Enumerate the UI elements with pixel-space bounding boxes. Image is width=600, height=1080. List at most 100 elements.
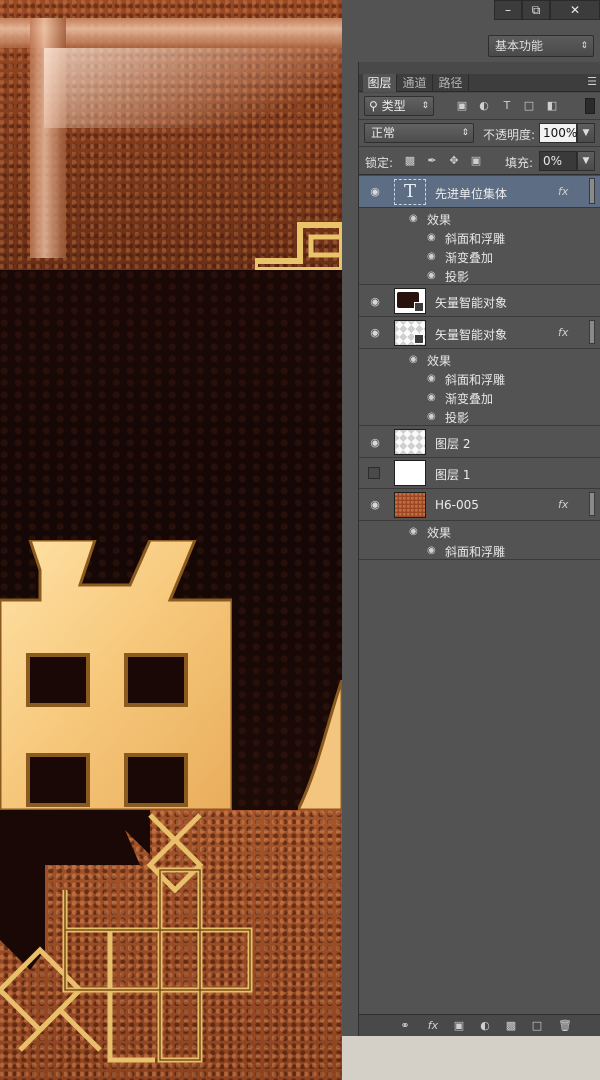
panel-dock-strip <box>342 62 358 1036</box>
effect-item[interactable]: ◉ 斜面和浮雕 <box>359 541 600 560</box>
lock-image-pixels-icon[interactable]: ✒ <box>425 154 439 168</box>
tab-layers[interactable]: 图层 <box>363 74 397 92</box>
eye-icon[interactable]: ◉ <box>427 232 436 243</box>
effect-name: 投影 <box>445 411 470 425</box>
fx-icon[interactable]: fx <box>558 498 568 511</box>
panel-menu-icon[interactable]: ☰ <box>587 75 597 88</box>
image-filter-icon[interactable]: ▣ <box>455 99 469 113</box>
effect-item[interactable]: ◉ 斜面和浮雕 <box>359 228 600 247</box>
effects-label: 效果 <box>427 213 452 227</box>
layer-thumbnail <box>394 492 426 518</box>
layer-filter-row: ⚲ 类型 ⇕ ▣ ◐ T □ ◧ <box>359 93 600 120</box>
fx-icon[interactable]: fx <box>558 185 568 198</box>
effects-row[interactable]: ◉ 效果 <box>359 350 600 369</box>
opacity-dropdown-button[interactable]: ▼ <box>577 123 595 143</box>
opacity-label: 不透明度: <box>483 128 536 142</box>
scrollbar-thumb[interactable] <box>589 320 595 344</box>
panel-tab-bar: 图层 通道 路径 ☰ <box>359 74 600 92</box>
eye-icon[interactable]: ◉ <box>427 392 436 403</box>
eye-icon[interactable]: ◉ <box>427 373 436 384</box>
effect-item[interactable]: ◉ 渐变叠加 <box>359 388 600 407</box>
filter-toggle-switch[interactable] <box>585 98 595 114</box>
lock-label: 锁定: <box>365 156 394 170</box>
document-canvas[interactable] <box>0 0 342 1080</box>
opacity-input[interactable]: 100% <box>539 123 577 143</box>
layer-row-smart-object[interactable]: ◉ 矢量智能对象 <box>359 286 600 317</box>
restore-button[interactable]: ⧉ <box>522 0 550 20</box>
new-adjustment-icon[interactable]: ◐ <box>477 1018 493 1034</box>
text-filter-icon[interactable]: T <box>500 99 514 113</box>
layer-name: 先进单位集体 <box>435 187 508 201</box>
effect-item[interactable]: ◉ 投影 <box>359 266 600 285</box>
layer-row-text[interactable]: ◉ T 先进单位集体 fx <box>359 176 600 208</box>
lock-fill-row: 锁定: ▩ ✒ ✥ ▣ 填充: 0% ▼ <box>359 147 600 175</box>
effect-item[interactable]: ◉ 斜面和浮雕 <box>359 369 600 388</box>
fx-icon[interactable]: fx <box>558 326 568 339</box>
new-group-folder-icon[interactable]: ▩ <box>503 1018 519 1034</box>
eye-icon[interactable]: ◉ <box>409 354 418 365</box>
gold-chinese-knot <box>0 813 253 1063</box>
chevron-down-icon: ▼ <box>582 156 590 166</box>
close-button[interactable]: ✕ <box>550 0 600 20</box>
effect-name: 渐变叠加 <box>445 251 494 265</box>
minus-icon: – <box>505 3 511 17</box>
eye-icon[interactable]: ◉ <box>409 213 418 224</box>
eye-icon[interactable]: ◉ <box>427 251 436 262</box>
effects-label: 效果 <box>427 354 452 368</box>
layer-thumbnail <box>394 460 426 486</box>
lock-all-icon[interactable]: ▣ <box>469 154 483 168</box>
visibility-toggle-off[interactable] <box>368 467 380 479</box>
tab-paths[interactable]: 路径 <box>433 74 469 92</box>
lock-transparent-pixels-icon[interactable]: ▩ <box>403 154 417 168</box>
layer-name: H6-005 <box>435 498 479 512</box>
gold-ornament-top <box>255 222 342 270</box>
effects-row[interactable]: ◉ 效果 <box>359 209 600 228</box>
link-icon[interactable]: ⚭ <box>397 1018 413 1034</box>
effect-name: 斜面和浮雕 <box>445 545 506 559</box>
eye-icon[interactable]: ◉ <box>427 545 436 556</box>
fill-dropdown-button[interactable]: ▼ <box>577 151 595 171</box>
shape-filter-icon[interactable]: □ <box>522 99 536 113</box>
eye-icon[interactable]: ◉ <box>409 526 418 537</box>
eye-icon[interactable]: ◉ <box>367 437 383 449</box>
smart-object-thumbnail <box>394 320 426 346</box>
effect-item[interactable]: ◉ 渐变叠加 <box>359 247 600 266</box>
gold-character-block <box>0 540 232 810</box>
add-style-icon[interactable]: fx <box>425 1018 441 1034</box>
eye-icon[interactable]: ◉ <box>367 499 383 511</box>
layer-row-pixel[interactable]: 图层 1 <box>359 458 600 489</box>
fill-input[interactable]: 0% <box>539 151 577 171</box>
updown-arrows-icon: ⇕ <box>580 41 588 51</box>
filter-kind-select[interactable]: ⚲ 类型 ⇕ <box>364 96 434 116</box>
minimize-button[interactable]: – <box>494 0 522 20</box>
lock-position-icon[interactable]: ✥ <box>447 154 461 168</box>
adjustment-filter-icon[interactable]: ◐ <box>477 99 491 113</box>
layers-panel-toolbar: ⚭ fx ▣ ◐ ▩ □ 🗑 <box>359 1014 600 1036</box>
layer-row-pixel[interactable]: ◉ 图层 2 <box>359 427 600 458</box>
layer-row-smart-object[interactable]: ◉ 矢量智能对象 fx <box>359 317 600 349</box>
layer-row-pixel[interactable]: ◉ H6-005 fx <box>359 489 600 521</box>
layers-panel: 图层 通道 路径 ☰ ⚲ 类型 ⇕ ▣ ◐ T □ ◧ 正常 ⇕ 不透明度: 1… <box>358 62 600 1036</box>
blend-mode-label: 正常 <box>371 126 396 140</box>
trash-icon[interactable]: 🗑 <box>557 1018 573 1034</box>
eye-icon[interactable]: ◉ <box>367 327 383 339</box>
blend-mode-select[interactable]: 正常 ⇕ <box>364 123 474 143</box>
scrollbar-thumb[interactable] <box>589 178 595 204</box>
layer-name: 图层 2 <box>435 437 471 451</box>
effects-row[interactable]: ◉ 效果 <box>359 522 600 541</box>
scrollbar-thumb[interactable] <box>589 492 595 516</box>
eye-icon[interactable]: ◉ <box>367 296 383 308</box>
new-layer-icon[interactable]: □ <box>529 1018 545 1034</box>
smart-object-filter-icon[interactable]: ◧ <box>545 99 559 113</box>
workspace-switcher[interactable]: 基本功能 ⇕ <box>488 35 594 57</box>
add-mask-icon[interactable]: ▣ <box>451 1018 467 1034</box>
fill-label: 填充: <box>505 156 534 170</box>
eye-icon[interactable]: ◉ <box>427 270 436 281</box>
tab-channels[interactable]: 通道 <box>397 74 433 92</box>
smart-object-thumbnail <box>394 288 426 314</box>
layer-name: 矢量智能对象 <box>435 328 508 342</box>
eye-icon[interactable]: ◉ <box>427 411 436 422</box>
effect-item[interactable]: ◉ 投影 <box>359 407 600 426</box>
layers-list: ◉ T 先进单位集体 fx ◉ 效果 ◉ 斜面和浮雕 ◉ 渐变叠加 ◉ 投影 ◉ <box>359 176 600 1014</box>
eye-icon[interactable]: ◉ <box>367 186 383 198</box>
